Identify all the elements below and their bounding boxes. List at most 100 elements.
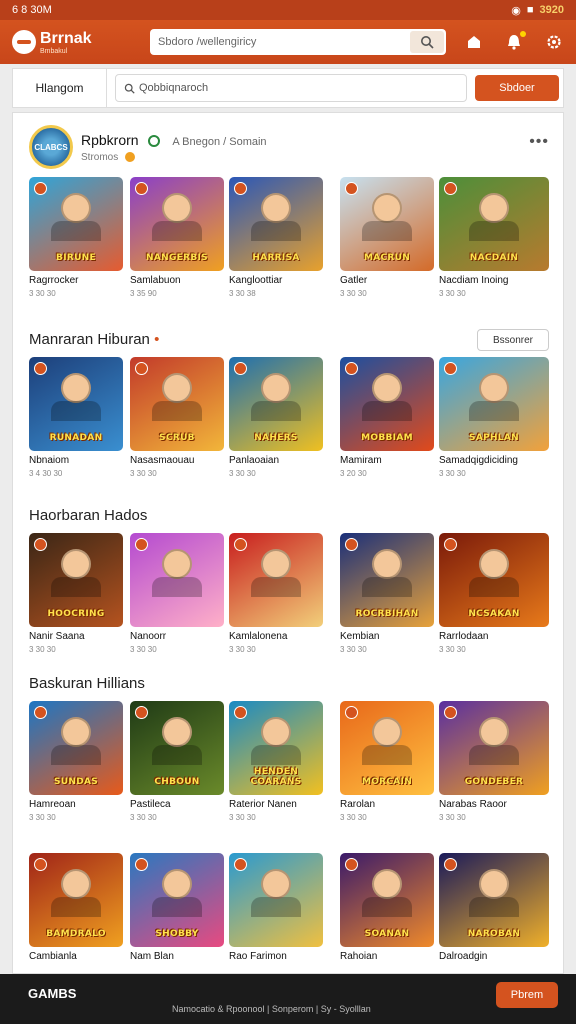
game-card[interactable]: Rao Farimon [229, 853, 323, 962]
game-name[interactable]: Nbnaiom [29, 455, 123, 466]
bell-icon[interactable] [504, 31, 526, 52]
game-card[interactable]: CHBOUN Pastileca 3 30 30 [130, 701, 224, 822]
game-name[interactable]: Narabas Raoor [439, 799, 549, 810]
game-card[interactable]: SUNDAS Hamreoan 3 30 30 [29, 701, 123, 822]
game-thumbnail[interactable] [229, 533, 323, 627]
game-card[interactable]: Kamlalonena 3 30 30 [229, 533, 323, 654]
game-thumbnail[interactable]: SHOBBY [130, 853, 224, 947]
game-name[interactable]: Nanoorr [130, 631, 224, 642]
game-name[interactable]: Ragrrocker [29, 275, 123, 286]
search-button[interactable] [410, 31, 444, 53]
game-thumbnail[interactable]: HARRISA [229, 177, 323, 271]
game-name[interactable]: Mamiram [340, 455, 434, 466]
avatar[interactable]: CLABCS [29, 125, 73, 169]
game-thumbnail[interactable]: CHBOUN [130, 701, 224, 795]
game-name[interactable]: Kembian [340, 631, 434, 642]
game-thumbnail[interactable]: GONDEBER [439, 701, 549, 795]
game-name[interactable]: Kamlalonena [229, 631, 323, 642]
game-card[interactable]: MORCAIN Rarolan 3 30 30 [340, 701, 434, 822]
game-thumbnail[interactable]: NAHERS [229, 357, 323, 451]
footer-links[interactable]: Namocatio & Rpoonool | Sonperom | Sy - S… [172, 1004, 371, 1014]
game-thumbnail[interactable]: BAMDRALO [29, 853, 123, 947]
see-all-button[interactable]: Bssonrer [477, 329, 549, 351]
game-card[interactable]: Nanoorr 3 30 30 [130, 533, 224, 654]
game-thumbnail[interactable] [130, 533, 224, 627]
game-card[interactable]: SOANAN Rahoian [340, 853, 434, 962]
store-icon[interactable] [464, 32, 484, 52]
channel-search-input[interactable]: Qobbiqnaroch [115, 74, 467, 102]
game-name[interactable]: Hamreoan [29, 799, 123, 810]
badge-icon [34, 706, 47, 719]
game-card[interactable]: HARRISA Kangloottiar 3 30 38 [229, 177, 323, 298]
game-thumbnail[interactable]: SUNDAS [29, 701, 123, 795]
game-card[interactable]: MACRUN Gatler 3 30 30 [340, 177, 434, 298]
thumbnail-title: NANGERBIS [146, 253, 208, 263]
game-thumbnail[interactable]: MORCAIN [340, 701, 434, 795]
game-thumbnail[interactable]: ROCRBIHAN [340, 533, 434, 627]
badge-icon [34, 362, 47, 375]
character-icon [362, 869, 412, 917]
badge-icon [135, 182, 148, 195]
game-thumbnail[interactable]: SCRUB [130, 357, 224, 451]
game-name[interactable]: Cambianla [29, 951, 123, 962]
game-card[interactable]: NANGERBIS Samlabuon 3 35 90 [130, 177, 224, 298]
game-thumbnail[interactable]: SOANAN [340, 853, 434, 947]
profile-name[interactable]: Rpbkrorn [81, 132, 139, 148]
game-name[interactable]: Rahoian [340, 951, 434, 962]
game-name[interactable]: Nanir Saana [29, 631, 123, 642]
game-name[interactable]: Nacdiam Inoing [439, 275, 549, 286]
game-thumbnail[interactable]: MOBBIAM [340, 357, 434, 451]
home-tab[interactable]: Hlangom [13, 69, 107, 107]
game-card[interactable]: NAROBAN Dalroadgin [439, 853, 549, 962]
game-thumbnail[interactable]: NANGERBIS [130, 177, 224, 271]
game-thumbnail[interactable]: NAROBAN [439, 853, 549, 947]
game-card[interactable]: HOOCRING Nanir Saana 3 30 30 [29, 533, 123, 654]
game-name[interactable]: Nam Blan [130, 951, 224, 962]
game-thumbnail[interactable]: NACDAIN [439, 177, 549, 271]
game-card[interactable]: RUNADAN Nbnaiom 3 4 30 30 [29, 357, 123, 478]
subscribe-button[interactable]: Sbdoer [475, 75, 559, 101]
game-name[interactable]: Nasasmaouau [130, 455, 224, 466]
game-name[interactable]: Rarrlodaan [439, 631, 549, 642]
game-thumbnail[interactable]: BIRUNE [29, 177, 123, 271]
game-name[interactable]: Samadqigdiciding [439, 455, 549, 466]
game-name[interactable]: Kangloottiar [229, 275, 323, 286]
game-meta: 3 30 30 [229, 813, 256, 822]
breadcrumb[interactable]: A Bnegon / Somain [172, 136, 266, 148]
game-name[interactable]: Rarolan [340, 799, 434, 810]
game-name[interactable]: Rao Farimon [229, 951, 323, 962]
game-thumbnail[interactable]: NCSAKAN [439, 533, 549, 627]
more-options-icon[interactable]: ••• [529, 133, 549, 151]
game-name[interactable]: Pastileca [130, 799, 224, 810]
game-thumbnail[interactable]: RUNADAN [29, 357, 123, 451]
game-thumbnail[interactable]: HENDEN COARANS [229, 701, 323, 795]
game-card[interactable]: BAMDRALO Cambianla [29, 853, 123, 962]
thumbnail-title: SOANAN [364, 929, 410, 939]
game-card[interactable]: NCSAKAN Rarrlodaan 3 30 30 [439, 533, 549, 654]
game-thumbnail[interactable] [229, 853, 323, 947]
game-thumbnail[interactable]: SAPHLAN [439, 357, 549, 451]
game-card[interactable]: NACDAIN Nacdiam Inoing 3 30 30 [439, 177, 549, 298]
footer-action-button[interactable]: Pbrem [496, 982, 558, 1008]
game-card[interactable]: BIRUNE Ragrrocker 3 30 30 [29, 177, 123, 298]
game-name[interactable]: Raterior Nanen [229, 799, 323, 810]
game-thumbnail[interactable]: MACRUN [340, 177, 434, 271]
logo[interactable]: Brrnak Bmbakul [12, 30, 132, 55]
game-name[interactable]: Panlaoaian [229, 455, 323, 466]
game-card[interactable]: ROCRBIHAN Kembian 3 30 30 [340, 533, 434, 654]
game-card[interactable]: GONDEBER Narabas Raoor 3 30 30 [439, 701, 549, 822]
game-name[interactable]: Gatler [340, 275, 434, 286]
game-name[interactable]: Dalroadgin [439, 951, 549, 962]
game-card[interactable]: SAPHLAN Samadqigdiciding 3 30 30 [439, 357, 549, 478]
search-input[interactable]: Sbdoro /wellengiricy [150, 29, 446, 55]
game-card[interactable]: SCRUB Nasasmaouau 3 30 30 [130, 357, 224, 478]
game-card[interactable]: NAHERS Panlaoaian 3 30 30 [229, 357, 323, 478]
game-card[interactable]: HENDEN COARANS Raterior Nanen 3 30 30 [229, 701, 323, 822]
game-card[interactable]: SHOBBY Nam Blan [130, 853, 224, 962]
game-thumbnail[interactable]: HOOCRING [29, 533, 123, 627]
game-row: RUNADAN Nbnaiom 3 4 30 30 SCRUB Nasasmaouau 3… [29, 357, 549, 489]
game-card[interactable]: MOBBIAM Mamiram 3 20 30 [340, 357, 434, 478]
game-name[interactable]: Samlabuon [130, 275, 224, 286]
game-row: BAMDRALO Cambianla SHOBBY Nam Blan Rao Farim… [29, 853, 549, 973]
settings-icon[interactable] [544, 32, 564, 52]
